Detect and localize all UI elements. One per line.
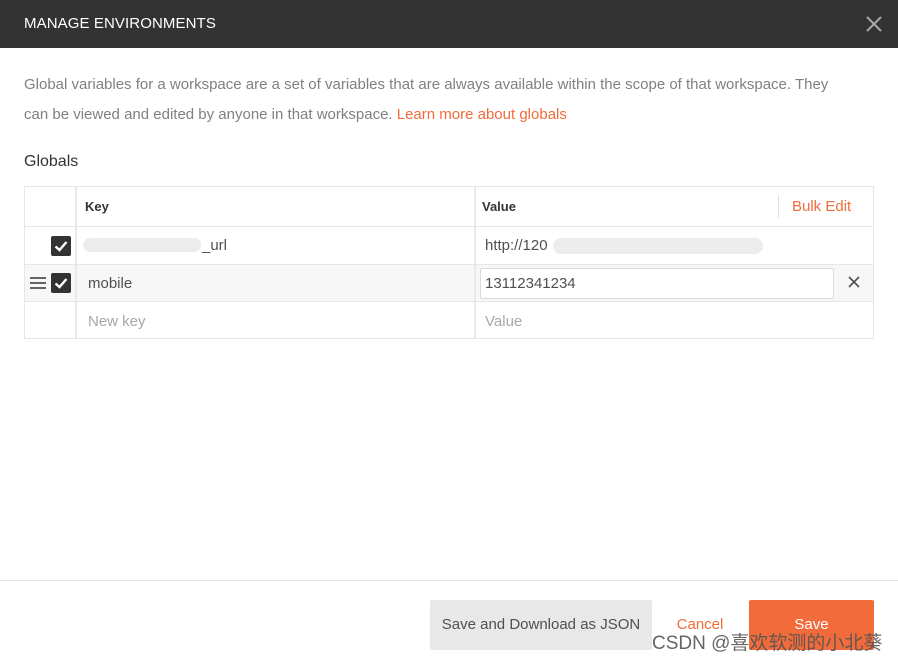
row-enabled-checkbox[interactable] — [51, 236, 71, 256]
table-row: mobile 13112341234 — [25, 265, 873, 302]
learn-more-link[interactable]: Learn more about globals — [397, 106, 567, 123]
bulk-edit-divider — [778, 195, 779, 218]
dialog-titlebar: MANAGE ENVIRONMENTS — [0, 0, 898, 48]
footer-divider — [0, 580, 898, 581]
row-enabled-checkbox[interactable] — [51, 273, 71, 293]
variable-value: 13112341234 — [485, 275, 576, 292]
column-divider — [75, 265, 77, 301]
table-header-row: Key Value Bulk Edit — [25, 187, 873, 227]
close-icon[interactable] — [862, 12, 886, 36]
globals-description: Global variables for a workspace are a s… — [24, 70, 874, 130]
column-divider — [474, 302, 476, 338]
description-line-2: can be viewed and edited by anyone in th… — [24, 100, 874, 130]
redacted-value-blur — [553, 238, 763, 254]
checkmark-icon — [54, 241, 68, 252]
variable-key[interactable]: _url — [202, 237, 227, 254]
key-column-header: Key — [85, 199, 109, 214]
csdn-watermark: CSDN @喜欢软测的小北葵 — [652, 633, 883, 654]
save-and-download-json-button[interactable]: Save and Download as JSON — [430, 600, 652, 650]
column-divider — [75, 302, 77, 338]
description-line-1: Global variables for a workspace are a s… — [24, 76, 829, 93]
dialog-title: MANAGE ENVIRONMENTS — [24, 15, 216, 32]
column-divider — [75, 227, 77, 264]
redacted-key-blur — [83, 238, 201, 252]
variable-value-input[interactable]: 13112341234 — [480, 268, 834, 299]
value-column-header: Value — [482, 199, 516, 214]
variable-value[interactable]: http://120 — [485, 237, 548, 254]
new-value-input[interactable]: Value — [485, 313, 522, 330]
column-divider — [474, 187, 476, 226]
column-divider — [75, 187, 77, 226]
description-line-2-text: can be viewed and edited by anyone in th… — [24, 106, 393, 123]
bulk-edit-button[interactable]: Bulk Edit — [792, 198, 851, 215]
table-row: _url http://120 — [25, 227, 873, 265]
globals-table: Key Value Bulk Edit _url http://120 mobi… — [24, 186, 874, 339]
new-variable-row: New key Value — [25, 302, 873, 338]
drag-handle-icon[interactable] — [30, 277, 46, 289]
globals-section-title: Globals — [24, 153, 79, 170]
column-divider — [474, 265, 476, 301]
checkmark-icon — [54, 278, 68, 289]
column-divider — [474, 227, 476, 264]
variable-key[interactable]: mobile — [88, 275, 132, 292]
delete-row-icon[interactable] — [847, 275, 861, 289]
new-key-input[interactable]: New key — [88, 313, 146, 330]
